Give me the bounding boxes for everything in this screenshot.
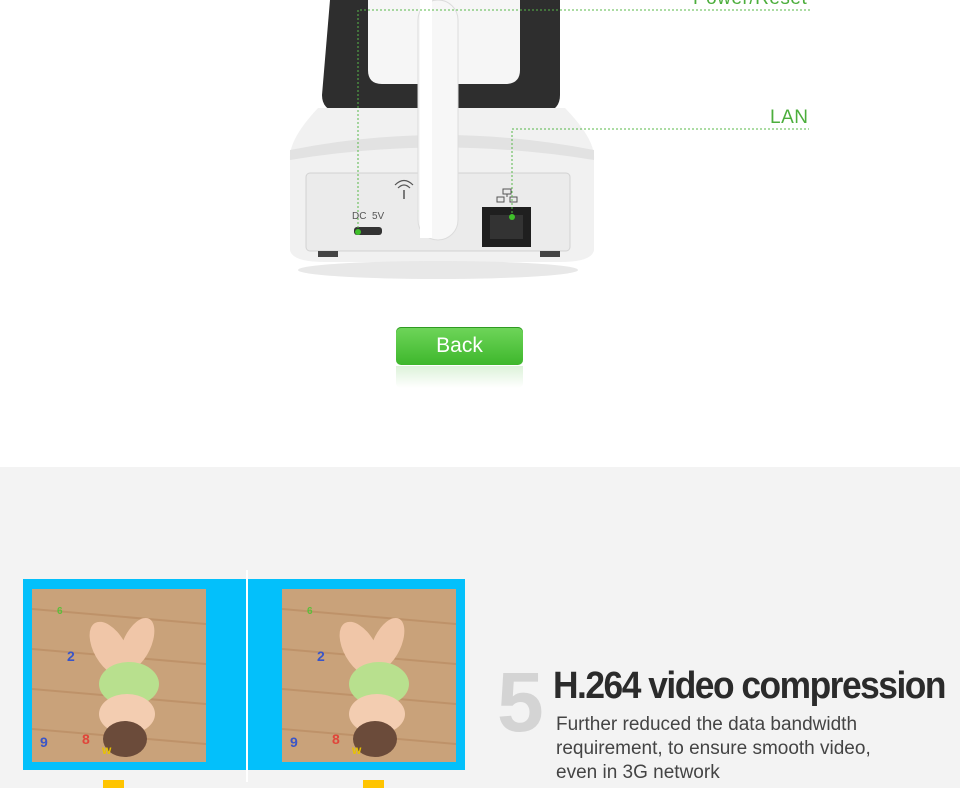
svg-text:8: 8: [82, 731, 90, 747]
power-reset-label: Power/Reset: [693, 0, 807, 10]
svg-text:2: 2: [67, 648, 75, 664]
baby-photo-right: 2 9 8 w 6: [282, 589, 456, 762]
svg-text:6: 6: [307, 606, 313, 617]
feature-description-line: requirement, to ensure smooth video,: [556, 738, 871, 759]
camera-rear-panel-section: Power/Reset LAN DC 5V Back: [0, 0, 960, 467]
feature-number: 5: [497, 655, 544, 749]
feature-description-line: Further reduced the data bandwidth: [556, 714, 858, 735]
svg-text:w: w: [351, 743, 362, 757]
camera-back-illustration: [289, 0, 811, 279]
svg-text:9: 9: [40, 734, 48, 750]
feature-description: Further reduced the data bandwidth requi…: [556, 713, 956, 785]
svg-text:6: 6: [57, 606, 63, 617]
frame-tab-right: [363, 780, 384, 788]
feature-description-line: even in 3G network: [556, 762, 720, 783]
svg-text:9: 9: [290, 734, 298, 750]
back-button-reflection: [396, 366, 523, 388]
svg-text:w: w: [101, 743, 112, 757]
lan-label: LAN: [770, 107, 809, 128]
feature-title: H.264 video compression: [553, 665, 946, 707]
svg-text:2: 2: [317, 648, 325, 664]
back-button[interactable]: Back: [396, 327, 523, 365]
svg-text:8: 8: [332, 731, 340, 747]
dc-port-label: DC 5V: [352, 211, 385, 222]
frame-divider: [246, 570, 248, 782]
frame-tab-left: [103, 780, 124, 788]
baby-photo-left: 2 9 8 w 6: [32, 589, 206, 762]
